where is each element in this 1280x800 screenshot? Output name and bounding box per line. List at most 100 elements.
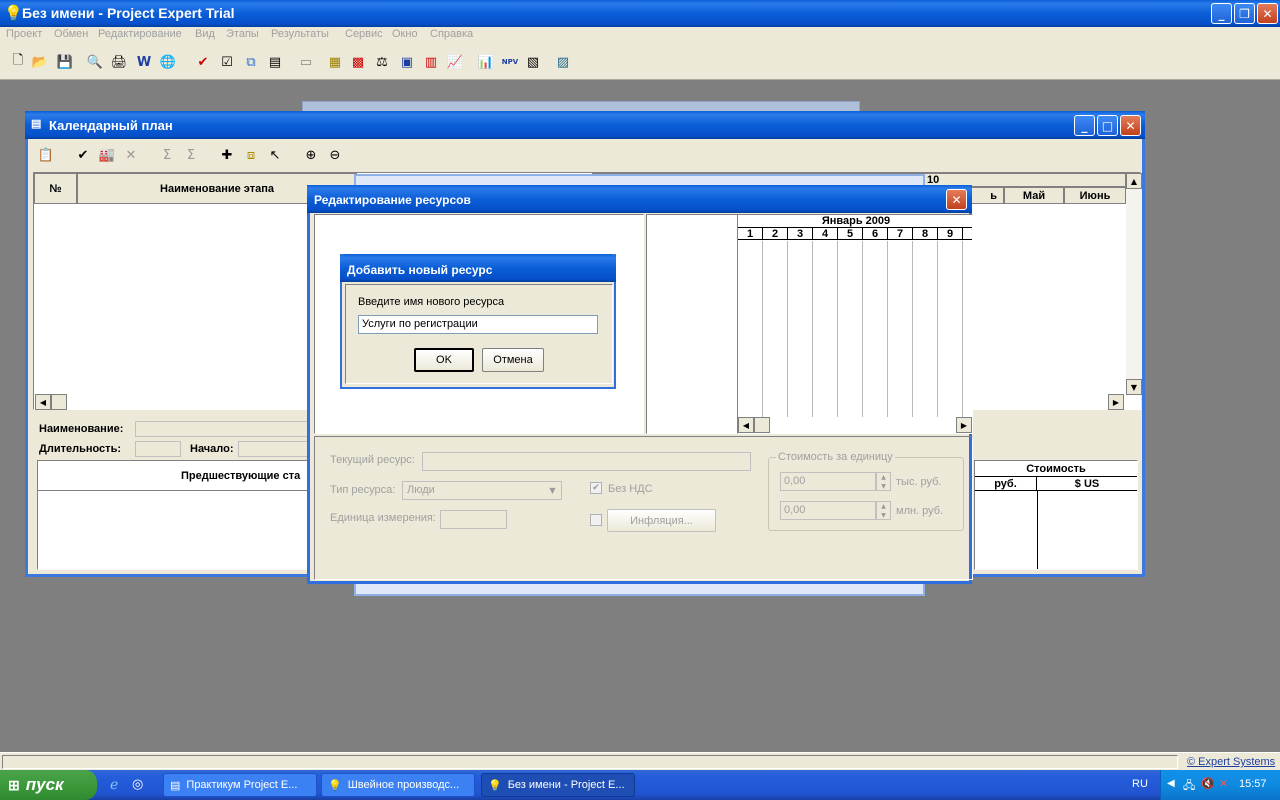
document-icon[interactable]: ▤: [265, 52, 285, 72]
properties-icon[interactable]: 📋: [36, 145, 56, 165]
gantt-day-9: 9: [938, 228, 963, 240]
bar-chart-icon[interactable]: 📊: [476, 52, 496, 72]
task-sewing[interactable]: 💡 Швейное производс...: [321, 773, 475, 797]
network-error-tray-icon[interactable]: ✕: [1219, 777, 1228, 790]
save-icon[interactable]: 💾: [55, 52, 75, 72]
network-tray-icon[interactable]: 🖧: [1183, 777, 1195, 796]
stage-duration-input[interactable]: [135, 441, 181, 457]
ok-button[interactable]: OK: [414, 348, 474, 372]
cost-thousand-input[interactable]: 0,00: [780, 472, 876, 491]
menu-stages[interactable]: Этапы: [226, 28, 259, 40]
task-sewing-label: Швейное производс...: [347, 779, 460, 791]
report-icon[interactable]: ▣: [397, 52, 417, 72]
menu-window[interactable]: Окно: [392, 28, 418, 40]
menu-exchange[interactable]: Обмен: [54, 28, 88, 40]
new-file-icon[interactable]: 🗋: [8, 52, 28, 72]
resources-title: Редактирование ресурсов: [314, 193, 471, 207]
sum-up-icon[interactable]: Σ: [157, 145, 177, 165]
vertical-scroll-up[interactable]: ▲: [1126, 173, 1142, 189]
check-icon[interactable]: ✔: [193, 52, 213, 72]
table-icon[interactable]: ▦: [325, 52, 345, 72]
delete-icon[interactable]: ✕: [121, 145, 141, 165]
print-preview-icon[interactable]: 🔍: [85, 52, 105, 72]
stage-start-input[interactable]: [238, 441, 314, 457]
gantt-scroll-right[interactable]: ▶: [956, 417, 972, 433]
cost-million-input[interactable]: 0,00: [780, 501, 876, 520]
unit-input[interactable]: [440, 510, 507, 529]
open-folder-icon[interactable]: 📂: [30, 52, 50, 72]
current-resource-label: Текущий ресурс:: [330, 454, 415, 466]
add-resource-prompt: Введите имя нового ресурса: [358, 296, 505, 308]
copyright-link[interactable]: © Expert Systems: [1187, 756, 1275, 768]
volume-tray-icon[interactable]: 🔇: [1201, 777, 1215, 790]
vertical-scroll-down[interactable]: ▼: [1126, 379, 1142, 395]
npv-icon[interactable]: NPV: [500, 52, 520, 72]
calendar-close-button[interactable]: ✕: [1120, 115, 1141, 136]
inflation-button[interactable]: Инфляция...: [607, 509, 716, 532]
sum-down-icon[interactable]: Σ: [181, 145, 201, 165]
ledger-icon[interactable]: ▥: [421, 52, 441, 72]
form-icon[interactable]: ▭: [296, 52, 316, 72]
close-button[interactable]: ✕: [1257, 3, 1278, 24]
word-icon[interactable]: W: [134, 52, 154, 72]
cost-million-unit: млн. руб.: [896, 505, 944, 517]
factory-icon[interactable]: 🏭: [97, 145, 117, 165]
cost-thousand-spinner[interactable]: ▲ ▼: [876, 472, 891, 491]
menu-help[interactable]: Справка: [430, 28, 473, 40]
calendar-maximize-button[interactable]: □: [1097, 115, 1118, 136]
vertical-scrollbar[interactable]: [1126, 189, 1142, 379]
menu-project[interactable]: Проект: [6, 28, 42, 40]
task-practicum-label: Практикум Project E...: [186, 779, 298, 791]
print-icon[interactable]: 🖨: [109, 52, 129, 72]
task-practicum[interactable]: ▤ Практикум Project E...: [163, 773, 317, 797]
restore-button[interactable]: ❐: [1234, 3, 1255, 24]
vat-checkbox[interactable]: ✔: [590, 482, 602, 494]
language-indicator[interactable]: RU: [1132, 778, 1148, 790]
menu-service[interactable]: Сервис: [345, 28, 383, 40]
minimize-button[interactable]: _: [1211, 3, 1232, 24]
ie-icon[interactable]: ℯ: [110, 777, 118, 793]
cancel-button[interactable]: Отмена: [482, 348, 544, 372]
balance-icon[interactable]: ⚖: [372, 52, 392, 72]
checkmark-icon[interactable]: ✔: [73, 145, 93, 165]
resources-close-button[interactable]: ✕: [946, 189, 967, 210]
tray-expand-icon[interactable]: ◀: [1167, 778, 1175, 789]
cost-million-spinner[interactable]: ▲ ▼: [876, 501, 891, 520]
inflation-checkbox[interactable]: [590, 514, 602, 526]
horizontal-scroll-left[interactable]: ◀: [35, 394, 51, 410]
gantt-scroll-thumb[interactable]: [754, 417, 770, 433]
menu-view[interactable]: Вид: [195, 28, 215, 40]
chart-icon[interactable]: 📈: [445, 52, 465, 72]
gantt-day-4: 4: [813, 228, 838, 240]
add-stage-icon[interactable]: ✚: [217, 145, 237, 165]
gantt-day-6: 6: [863, 228, 888, 240]
current-resource-input[interactable]: [422, 452, 751, 471]
predecessors-label: Предшествующие ста: [181, 469, 301, 482]
explorer-icon[interactable]: ◎: [132, 777, 143, 792]
resource-type-select[interactable]: Люди ▼: [402, 481, 562, 500]
app-title-bar: 💡 Без имени - Project Expert Trial _ ❐ ✕: [0, 0, 1280, 27]
horizontal-scrollbar-thumb[interactable]: [51, 394, 67, 410]
new-resource-name-input[interactable]: Услуги по регистрации: [358, 315, 598, 334]
network-icon[interactable]: ⧉: [241, 52, 261, 72]
cashflow-icon[interactable]: ▩: [348, 52, 368, 72]
col-number-header[interactable]: №: [34, 173, 77, 204]
pointer-icon[interactable]: ↖: [265, 145, 285, 165]
checklist-icon[interactable]: ☑: [217, 52, 237, 72]
menu-results[interactable]: Результаты: [271, 28, 329, 40]
hierarchy-icon[interactable]: ⧈: [241, 145, 261, 165]
menu-edit[interactable]: Редактирование: [98, 28, 182, 40]
zoom-in-icon[interactable]: ⊕: [301, 145, 321, 165]
calculator-icon[interactable]: ▨: [553, 52, 573, 72]
sensitivity-icon[interactable]: ▧: [523, 52, 543, 72]
stage-name-input[interactable]: [135, 421, 315, 437]
start-button[interactable]: ⊞ пуск: [0, 770, 97, 800]
task-unnamed[interactable]: 💡 Без имени - Project E...: [481, 773, 635, 797]
gantt-scroll-left[interactable]: ◀: [738, 417, 754, 433]
clock[interactable]: 15:57: [1239, 778, 1267, 790]
resources-title-bar: Редактирование ресурсов ✕: [307, 185, 972, 213]
zoom-out-icon[interactable]: ⊖: [325, 145, 345, 165]
calendar-minimize-button[interactable]: _: [1074, 115, 1095, 136]
horizontal-scroll-right[interactable]: ▶: [1108, 394, 1124, 410]
internet-icon[interactable]: 🌐: [158, 52, 178, 72]
